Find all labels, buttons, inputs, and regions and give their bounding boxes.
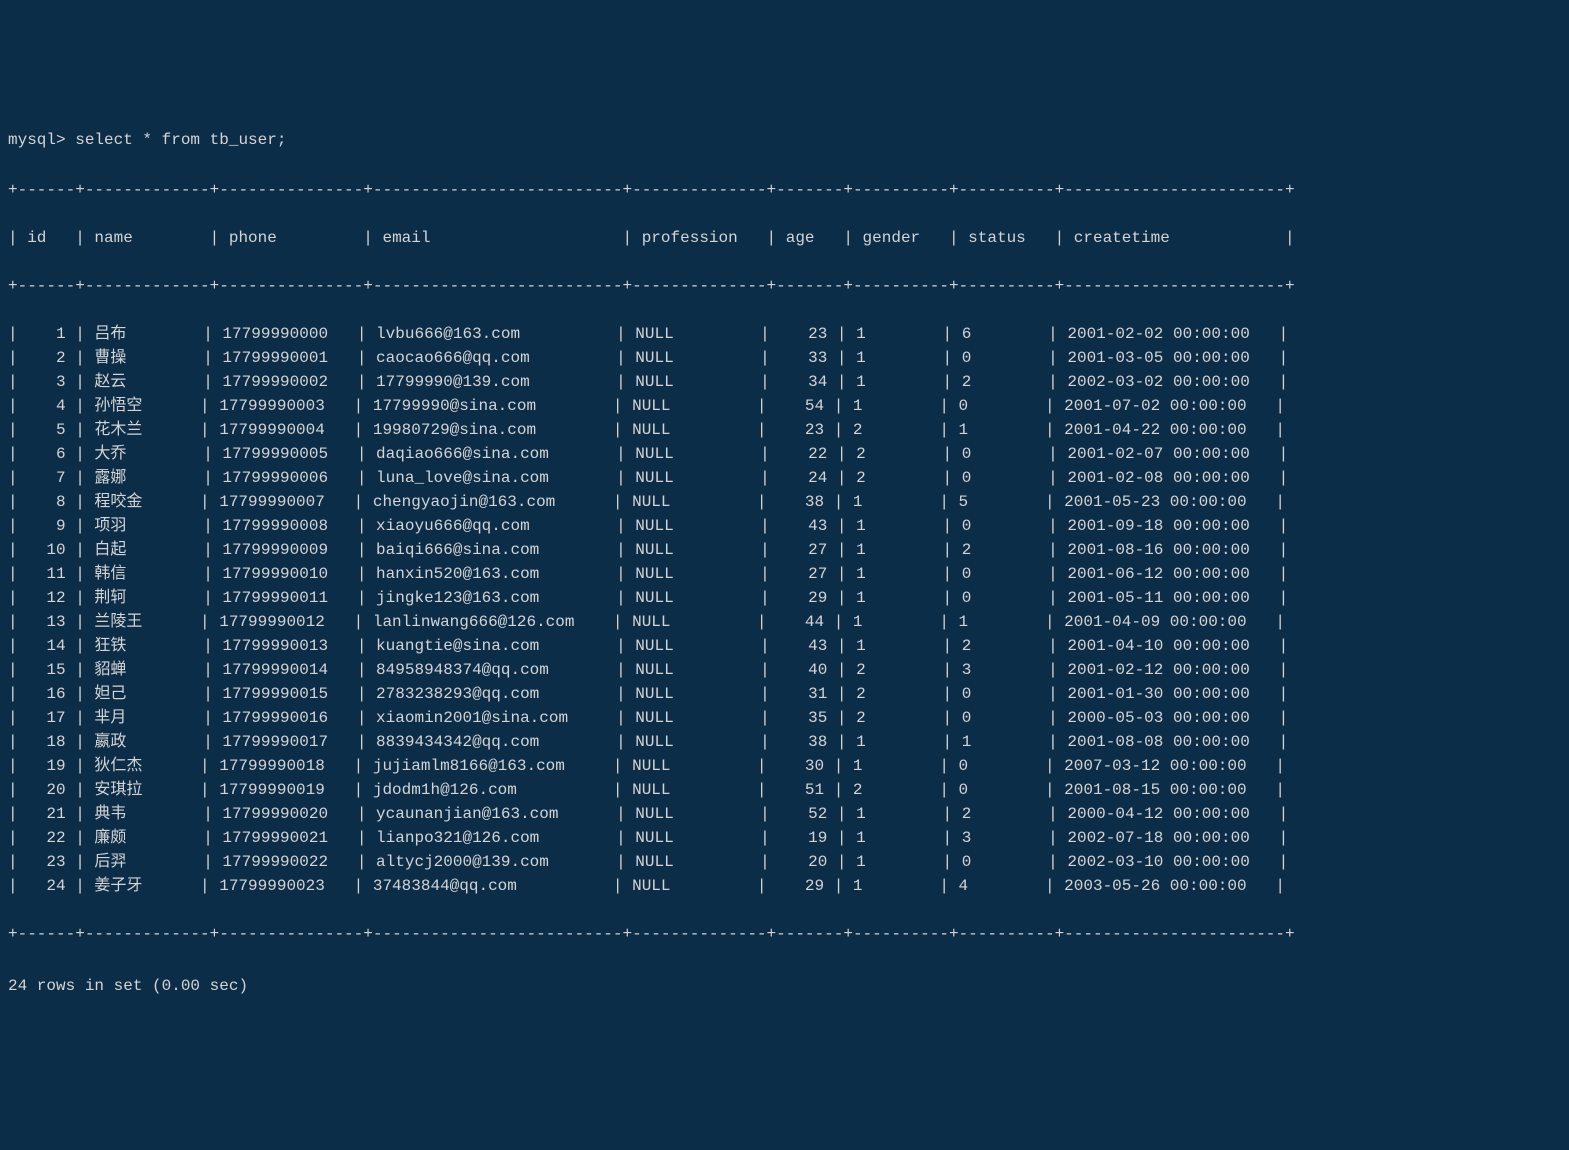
table-border-mid: +------+-------------+---------------+--… [8,274,1561,298]
mysql-terminal[interactable]: mysql> select * from tb_user; +------+--… [8,104,1561,1022]
table-row: | 17 | 芈月 | 17799990016 | xiaomin2001@si… [8,706,1561,730]
table-row: | 23 | 后羿 | 17799990022 | altycj2000@139… [8,850,1561,874]
table-row: | 1 | 吕布 | 17799990000 | lvbu666@163.com… [8,322,1561,346]
table-row: | 12 | 荆轲 | 17799990011 | jingke123@163.… [8,586,1561,610]
table-row: | 2 | 曹操 | 17799990001 | caocao666@qq.co… [8,346,1561,370]
table-row: | 13 | 兰陵王 | 17799990012 | lanlinwang666… [8,610,1561,634]
table-body: | 1 | 吕布 | 17799990000 | lvbu666@163.com… [8,322,1561,898]
table-row: | 4 | 孙悟空 | 17799990003 | 17799990@sina.… [8,394,1561,418]
table-row: | 6 | 大乔 | 17799990005 | daqiao666@sina.… [8,442,1561,466]
table-row: | 22 | 廉颇 | 17799990021 | lianpo321@126.… [8,826,1561,850]
table-row: | 7 | 露娜 | 17799990006 | luna_love@sina.… [8,466,1561,490]
table-row: | 16 | 妲己 | 17799990015 | 2783238293@qq.… [8,682,1561,706]
sql-prompt: mysql> select * from tb_user; [8,128,1561,152]
table-border-top: +------+-------------+---------------+--… [8,178,1561,202]
table-row: | 14 | 狂铁 | 17799990013 | kuangtie@sina.… [8,634,1561,658]
table-row: | 21 | 典韦 | 17799990020 | ycaunanjian@16… [8,802,1561,826]
result-footer: 24 rows in set (0.00 sec) [8,974,1561,998]
table-row: | 15 | 貂蝉 | 17799990014 | 84958948374@qq… [8,658,1561,682]
table-row: | 9 | 项羽 | 17799990008 | xiaoyu666@qq.co… [8,514,1561,538]
table-row: | 8 | 程咬金 | 17799990007 | chengyaojin@16… [8,490,1561,514]
table-row: | 11 | 韩信 | 17799990010 | hanxin520@163.… [8,562,1561,586]
table-header-row: | id | name | phone | email | profession… [8,226,1561,250]
table-border-bottom: +------+-------------+---------------+--… [8,922,1561,946]
table-row: | 20 | 安琪拉 | 17799990019 | jdodm1h@126.c… [8,778,1561,802]
table-row: | 18 | 嬴政 | 17799990017 | 8839434342@qq.… [8,730,1561,754]
table-row: | 10 | 白起 | 17799990009 | baiqi666@sina.… [8,538,1561,562]
table-row: | 19 | 狄仁杰 | 17799990018 | jujiamlm8166@… [8,754,1561,778]
table-row: | 3 | 赵云 | 17799990002 | 17799990@139.co… [8,370,1561,394]
table-row: | 24 | 姜子牙 | 17799990023 | 37483844@qq.c… [8,874,1561,898]
table-row: | 5 | 花木兰 | 17799990004 | 19980729@sina.… [8,418,1561,442]
